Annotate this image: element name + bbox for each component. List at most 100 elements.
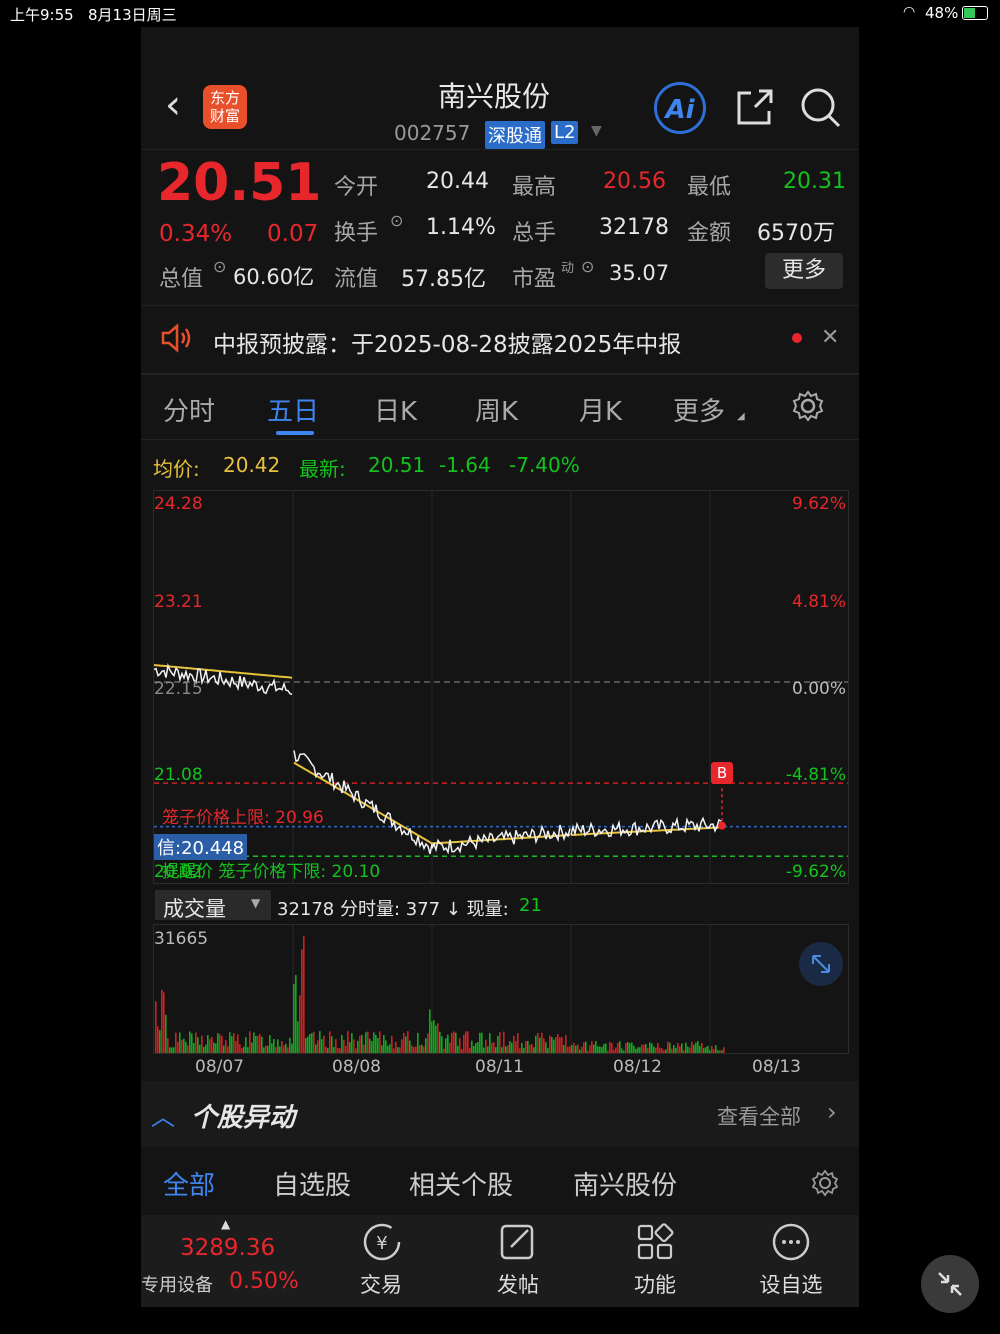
volume-bar bbox=[597, 1046, 599, 1053]
volume-bar bbox=[515, 1040, 517, 1053]
close-icon[interactable]: ✕ bbox=[821, 325, 839, 350]
volume-bar bbox=[371, 1041, 373, 1053]
chevron-right-icon[interactable]: › bbox=[827, 1098, 837, 1126]
amount-value: 6570万 bbox=[757, 221, 835, 246]
volume-bar bbox=[559, 1037, 561, 1053]
back-icon[interactable]: ‹ bbox=[165, 85, 181, 125]
tab-daily-k[interactable]: 日K bbox=[374, 391, 417, 428]
view-all-link[interactable]: 查看全部 bbox=[717, 1101, 801, 1131]
divider bbox=[141, 149, 859, 150]
caret-up-icon: ▲ bbox=[221, 1217, 231, 1231]
volume-bar bbox=[403, 1032, 405, 1053]
notice-text[interactable]: 中报预披露：于2025-08-28披露2025年中报 bbox=[213, 325, 681, 359]
filter-tab-watchlist[interactable]: 自选股 bbox=[273, 1165, 351, 1202]
volume-bar bbox=[609, 1041, 611, 1053]
volume-bar bbox=[545, 1042, 547, 1053]
buy-marker[interactable]: B bbox=[711, 762, 733, 784]
tab-five-day[interactable]: 五日 bbox=[267, 391, 319, 428]
volume-bar bbox=[303, 936, 305, 1053]
volume-bar bbox=[177, 1041, 179, 1053]
filter-tab-related[interactable]: 相关个股 bbox=[409, 1165, 513, 1202]
volume-bar bbox=[495, 1047, 497, 1053]
more-button[interactable]: 更多 bbox=[765, 253, 843, 289]
volume-bar bbox=[359, 1035, 361, 1053]
volume-bar bbox=[179, 1032, 181, 1053]
volume-bar bbox=[399, 1047, 401, 1053]
volume-bar bbox=[709, 1050, 711, 1053]
latest-percent: -7.40% bbox=[509, 453, 580, 477]
tab-intraday[interactable]: 分时 bbox=[163, 391, 215, 428]
volume-bar bbox=[385, 1040, 387, 1053]
volume-bar bbox=[251, 1042, 253, 1053]
latest-label: 最新: bbox=[299, 457, 346, 481]
gear-icon[interactable] bbox=[791, 389, 825, 427]
info-icon[interactable]: ⊙ bbox=[213, 257, 226, 276]
volume-bar bbox=[407, 1031, 409, 1053]
function-label[interactable]: 功能 bbox=[615, 1269, 695, 1299]
divider bbox=[141, 439, 859, 440]
current-volume: 21 bbox=[519, 895, 542, 916]
alerts-header[interactable]: ︿ 个股异动 查看全部 › bbox=[141, 1081, 859, 1147]
volume-bar bbox=[601, 1047, 603, 1053]
price-chart[interactable]: 24.28 23.21 22.15 21.08 20.02 9.62% 4.81… bbox=[153, 490, 849, 884]
volume-chart[interactable]: 31665 bbox=[153, 924, 849, 1054]
volume-bar bbox=[307, 1036, 309, 1053]
volume-bar bbox=[575, 1045, 577, 1053]
volume-bar bbox=[169, 1047, 171, 1053]
volume-bar bbox=[689, 1047, 691, 1053]
add-watchlist-icon[interactable] bbox=[770, 1221, 812, 1267]
add-watchlist-label[interactable]: 设自选 bbox=[751, 1269, 831, 1299]
indicator-selector[interactable]: 成交量 ▼ bbox=[155, 890, 271, 921]
volume-bar bbox=[185, 1041, 187, 1053]
volume-bar bbox=[535, 1035, 537, 1053]
volume-bar bbox=[237, 1034, 239, 1053]
post-icon[interactable] bbox=[497, 1221, 539, 1267]
volume-bar bbox=[459, 1038, 461, 1053]
search-icon[interactable] bbox=[798, 85, 842, 133]
volume-bar bbox=[313, 1031, 315, 1053]
volume-bar bbox=[635, 1048, 637, 1053]
trade-label[interactable]: 交易 bbox=[341, 1269, 421, 1299]
volume-bar bbox=[683, 1050, 685, 1053]
volume-bar bbox=[715, 1045, 717, 1053]
trade-icon[interactable]: ¥ bbox=[361, 1221, 403, 1267]
index-value[interactable]: 3289.36 bbox=[180, 1235, 275, 1261]
volume-bar bbox=[677, 1043, 679, 1053]
sector-name[interactable]: 专用设备 bbox=[141, 1271, 213, 1297]
post-label[interactable]: 发帖 bbox=[478, 1269, 558, 1299]
tab-weekly-k[interactable]: 周K bbox=[475, 391, 518, 428]
volume-bar bbox=[687, 1046, 689, 1053]
info-icon[interactable]: ⊙ bbox=[390, 211, 403, 230]
volume-bar bbox=[309, 1033, 311, 1053]
volume-info: 32178 分时量: 377 ↓ 现量: bbox=[277, 899, 509, 920]
tab-monthly-k[interactable]: 月K bbox=[579, 391, 622, 428]
dropdown-icon[interactable]: ▼ bbox=[591, 123, 602, 139]
volume-bar bbox=[231, 1036, 233, 1053]
volume-bar bbox=[581, 1046, 583, 1053]
tab-more[interactable]: 更多 bbox=[673, 391, 725, 428]
pe-sup: 动 bbox=[561, 261, 575, 276]
volume-bar bbox=[339, 1048, 341, 1053]
volume-bar bbox=[623, 1050, 625, 1053]
volume-bar bbox=[565, 1035, 567, 1053]
collapse-icon[interactable]: ︿ bbox=[151, 1097, 175, 1132]
shrink-icon[interactable] bbox=[921, 1255, 979, 1313]
volume-bar bbox=[253, 1032, 255, 1053]
volume-bar bbox=[419, 1045, 421, 1053]
info-icon[interactable]: ⊙ bbox=[581, 257, 594, 276]
y-right-tick: 4.81% bbox=[791, 592, 846, 612]
share-icon[interactable] bbox=[735, 87, 775, 131]
volume-bar bbox=[551, 1037, 553, 1053]
volume-bar bbox=[711, 1046, 713, 1053]
ai-button[interactable]: Ai bbox=[654, 82, 706, 134]
volume-bar bbox=[213, 1042, 215, 1053]
settings-icon[interactable] bbox=[811, 1169, 839, 1201]
sector-percent[interactable]: 0.50% bbox=[229, 1269, 299, 1294]
expand-icon[interactable] bbox=[799, 942, 843, 986]
volume-bar bbox=[461, 1048, 463, 1053]
volume-bar bbox=[713, 1049, 715, 1053]
filter-tab-all[interactable]: 全部 bbox=[163, 1165, 215, 1202]
function-icon[interactable] bbox=[634, 1221, 676, 1267]
volume-bar bbox=[277, 1039, 279, 1053]
filter-tab-stock[interactable]: 南兴股份 bbox=[573, 1165, 677, 1202]
